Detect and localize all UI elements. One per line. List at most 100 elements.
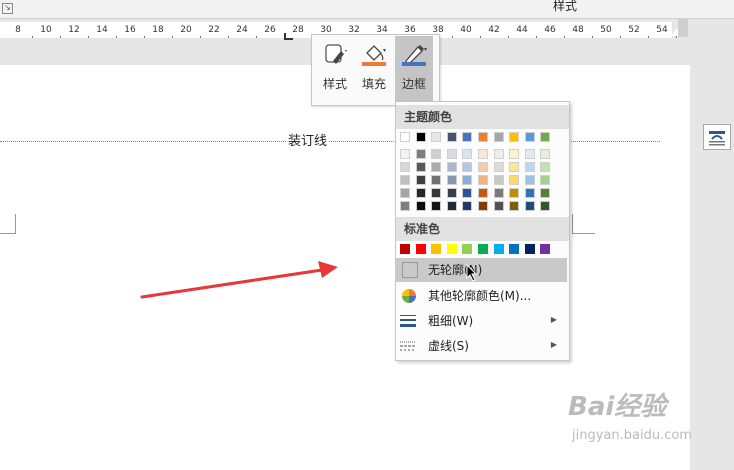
theme-color-swatch[interactable] — [446, 201, 457, 211]
standard-color-swatch[interactable] — [462, 244, 473, 254]
outline-accent-bar — [402, 62, 426, 66]
theme-color-swatch[interactable] — [478, 149, 488, 159]
ruler-tick-label: 16 — [124, 25, 136, 35]
ruler-tick — [592, 36, 593, 38]
theme-color-swatch[interactable] — [478, 201, 488, 211]
theme-color-swatch[interactable] — [493, 162, 504, 172]
theme-color-swatch[interactable] — [446, 149, 457, 159]
theme-color-swatch[interactable] — [478, 132, 488, 142]
annotation-arrow-icon — [140, 261, 338, 299]
theme-color-swatch[interactable] — [540, 175, 551, 185]
ruler-tick-label: 46 — [544, 25, 556, 35]
dashes-item[interactable]: 虚线(S) ▶ — [396, 334, 567, 358]
theme-color-swatch[interactable] — [462, 175, 473, 185]
theme-color-swatch[interactable] — [415, 175, 426, 185]
dashes-label: 虚线(S) — [428, 339, 469, 353]
theme-color-swatch[interactable] — [524, 175, 535, 185]
theme-color-swatch[interactable] — [509, 175, 520, 185]
theme-color-swatch[interactable] — [415, 188, 426, 198]
theme-color-swatch[interactable] — [524, 149, 535, 159]
theme-color-swatch[interactable] — [446, 132, 457, 142]
theme-color-swatch[interactable] — [478, 175, 488, 185]
theme-color-swatch[interactable] — [415, 132, 426, 142]
theme-color-swatch[interactable] — [509, 132, 520, 142]
standard-color-swatch[interactable] — [540, 244, 551, 254]
theme-color-swatch[interactable] — [431, 188, 442, 198]
theme-color-swatch[interactable] — [431, 175, 442, 185]
theme-color-swatch[interactable] — [493, 175, 504, 185]
outline-button[interactable]: 边框 — [395, 36, 433, 102]
theme-color-swatch[interactable] — [462, 201, 473, 211]
theme-color-swatch[interactable] — [540, 149, 551, 159]
outline-label: 边框 — [401, 77, 426, 91]
theme-color-swatch[interactable] — [446, 188, 457, 198]
binding-line-label: 装订线 — [286, 130, 330, 149]
layout-options-button[interactable] — [703, 124, 731, 150]
theme-color-swatch[interactable] — [493, 132, 504, 142]
standard-color-swatch[interactable] — [493, 244, 504, 254]
theme-color-swatch[interactable] — [400, 175, 410, 185]
theme-color-swatch[interactable] — [462, 188, 473, 198]
standard-color-swatch[interactable] — [400, 244, 410, 254]
ruler-tick-label: 54 — [656, 25, 668, 35]
baidu-watermark-url: jingyan.baidu.com — [572, 428, 692, 443]
theme-color-swatch[interactable] — [446, 162, 457, 172]
theme-color-swatch[interactable] — [540, 201, 551, 211]
style-label: 样式 — [322, 77, 347, 91]
more-outline-colors-item[interactable]: 其他轮廓颜色(M)... — [396, 284, 567, 308]
theme-color-swatch[interactable] — [540, 132, 551, 142]
theme-color-swatch[interactable] — [446, 175, 457, 185]
ruler-tick — [564, 36, 565, 38]
theme-color-swatch[interactable] — [400, 132, 410, 142]
theme-color-swatch[interactable] — [524, 132, 535, 142]
standard-color-swatch[interactable] — [431, 244, 442, 254]
theme-color-swatch[interactable] — [524, 188, 535, 198]
standard-color-swatch[interactable] — [478, 244, 488, 254]
ruler-tick — [172, 36, 173, 38]
standard-color-swatch[interactable] — [446, 244, 457, 254]
theme-color-swatch[interactable] — [509, 188, 520, 198]
theme-color-swatch[interactable] — [400, 201, 410, 211]
theme-color-swatch[interactable] — [524, 162, 535, 172]
theme-color-swatch[interactable] — [431, 132, 442, 142]
standard-color-swatch[interactable] — [524, 244, 535, 254]
theme-color-swatch[interactable] — [509, 201, 520, 211]
theme-color-swatch[interactable] — [493, 188, 504, 198]
theme-color-swatch[interactable] — [400, 188, 410, 198]
standard-color-swatch[interactable] — [509, 244, 520, 254]
theme-color-swatch[interactable] — [509, 149, 520, 159]
ruler-tick — [88, 36, 89, 38]
more-outline-colors-label: 其他轮廓颜色(M)... — [428, 289, 532, 303]
dialog-launcher-icon[interactable]: ↘ — [2, 3, 13, 14]
ruler-tick — [256, 36, 257, 38]
ruler-tick — [452, 36, 453, 38]
theme-color-swatch[interactable] — [540, 188, 551, 198]
ruler-tick — [32, 36, 33, 38]
theme-color-swatch[interactable] — [415, 162, 426, 172]
theme-color-swatch[interactable] — [478, 162, 488, 172]
theme-color-swatch[interactable] — [493, 201, 504, 211]
theme-color-swatch[interactable] — [431, 149, 442, 159]
theme-color-swatch[interactable] — [400, 162, 410, 172]
layout-options-icon — [709, 131, 725, 146]
theme-color-swatch[interactable] — [462, 149, 473, 159]
theme-color-swatch[interactable] — [509, 162, 520, 172]
theme-color-swatch[interactable] — [462, 132, 473, 142]
fill-button[interactable]: 填充 — [355, 36, 393, 102]
theme-color-swatch[interactable] — [400, 149, 410, 159]
no-outline-item[interactable]: 无轮廓(N) — [396, 258, 567, 282]
theme-color-swatch[interactable] — [431, 162, 442, 172]
theme-color-swatch[interactable] — [524, 201, 535, 211]
tab-stop-marker[interactable] — [284, 33, 293, 40]
theme-color-swatch[interactable] — [431, 201, 442, 211]
theme-color-swatch[interactable] — [415, 149, 426, 159]
style-button[interactable]: 样式 — [316, 36, 354, 102]
theme-color-swatch[interactable] — [462, 162, 473, 172]
theme-color-swatch[interactable] — [415, 201, 426, 211]
theme-color-swatch[interactable] — [540, 162, 551, 172]
ruler-tick-label: 14 — [96, 25, 108, 35]
theme-color-swatch[interactable] — [493, 149, 504, 159]
theme-color-swatch[interactable] — [478, 188, 488, 198]
line-weight-item[interactable]: 粗细(W) ▶ — [396, 309, 567, 333]
standard-color-swatch[interactable] — [415, 244, 426, 254]
